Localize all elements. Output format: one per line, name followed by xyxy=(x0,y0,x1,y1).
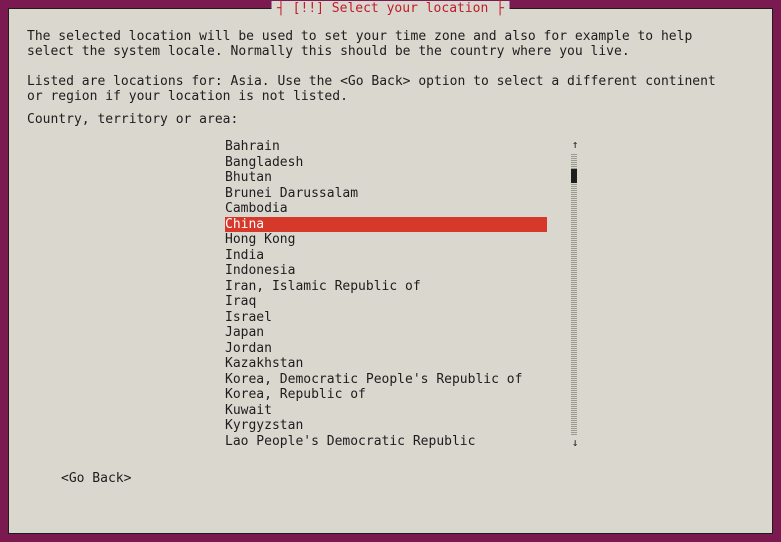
list-item[interactable]: Korea, Democratic People's Republic of xyxy=(225,372,573,388)
description-text-1: The selected location will be used to se… xyxy=(27,29,754,59)
scroll-down-icon[interactable]: ↓ xyxy=(571,437,579,449)
dialog-content: The selected location will be used to se… xyxy=(9,9,772,500)
list-item[interactable]: Jordan xyxy=(225,341,573,357)
list-item[interactable]: Lao People's Democratic Republic xyxy=(225,434,573,450)
description-text-2: Listed are locations for: Asia. Use the … xyxy=(27,74,754,104)
list-item[interactable]: Bhutan xyxy=(225,170,573,186)
list-prompt: Country, territory or area: xyxy=(27,112,754,127)
scroll-up-icon[interactable]: ↑ xyxy=(571,139,579,151)
location-dialog: ┤ [!!] Select your location ├ The select… xyxy=(8,8,773,534)
list-item[interactable]: Brunei Darussalam xyxy=(225,186,573,202)
list-item[interactable]: Bahrain xyxy=(225,139,573,155)
list-item[interactable]: Kuwait xyxy=(225,403,573,419)
go-back-button[interactable]: <Go Back> xyxy=(61,471,131,486)
list-item[interactable]: Korea, Republic of xyxy=(225,387,573,403)
list-item[interactable]: Bangladesh xyxy=(225,155,573,171)
location-list: BahrainBangladeshBhutanBrunei Darussalam… xyxy=(225,139,573,449)
title-left-frame: ┤ xyxy=(277,1,293,16)
list-item[interactable]: Hong Kong xyxy=(225,232,573,248)
scroll-track[interactable] xyxy=(571,153,577,435)
list-item[interactable]: China xyxy=(225,217,547,233)
list-item[interactable]: India xyxy=(225,248,573,264)
scrollbar[interactable]: ↑ ↓ xyxy=(565,139,573,449)
list-item[interactable]: Kazakhstan xyxy=(225,356,573,372)
title-right-frame: ├ xyxy=(488,1,504,16)
list-item[interactable]: Cambodia xyxy=(225,201,573,217)
list-item[interactable]: Israel xyxy=(225,310,573,326)
dialog-title: ┤ [!!] Select your location ├ xyxy=(271,1,510,16)
list-item[interactable]: Kyrgyzstan xyxy=(225,418,573,434)
scroll-thumb[interactable] xyxy=(571,169,577,183)
title-text: [!!] Select your location xyxy=(293,1,489,16)
list-item[interactable]: Iran, Islamic Republic of xyxy=(225,279,573,295)
list-item[interactable]: Indonesia xyxy=(225,263,573,279)
list-item[interactable]: Japan xyxy=(225,325,573,341)
list-item[interactable]: Iraq xyxy=(225,294,573,310)
